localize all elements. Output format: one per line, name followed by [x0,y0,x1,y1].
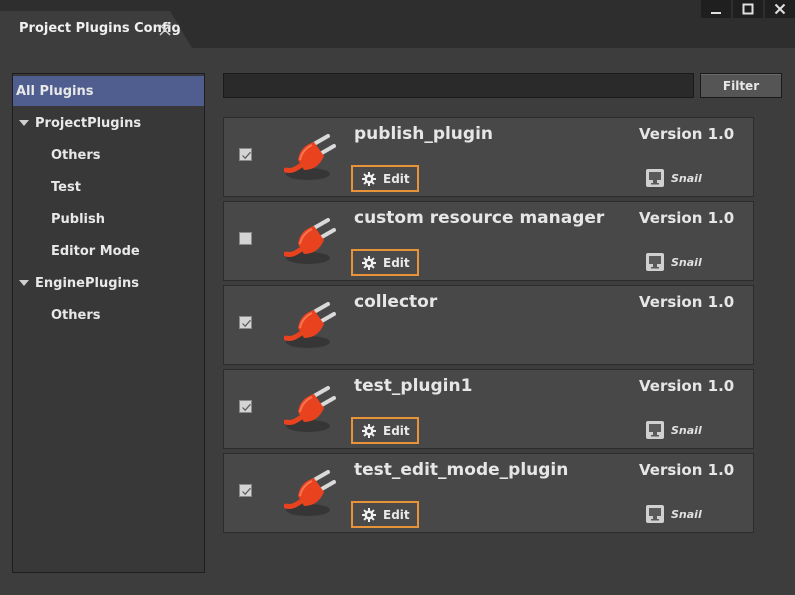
tree-item-test[interactable]: Test [13,172,204,202]
checkmark-icon [242,403,251,412]
minimize-icon [711,12,721,14]
checkmark-icon [242,319,251,328]
close-window-button[interactable] [765,0,795,18]
expand-arrow-icon[interactable] [19,278,29,288]
edit-plugin-button[interactable]: Edit [351,165,419,192]
tree-item-label: Publish [51,211,105,227]
plugin-enable-checkbox[interactable] [239,232,252,245]
plugin-name: collector [354,292,438,312]
gear-icon [362,171,376,186]
author-name: Snail [671,507,702,521]
edit-label: Edit [383,255,410,270]
plugin-row-collector: collector Version 1.0 [223,285,754,365]
plugin-name: custom resource manager [354,208,605,228]
maximize-icon [742,3,754,15]
tree-item-label: Test [51,179,81,195]
window-controls [699,0,795,18]
monitor-icon [646,421,664,439]
tree-item-publish[interactable]: Publish [13,204,204,234]
tree-item-label: All Plugins [16,83,94,99]
edit-label: Edit [383,423,410,438]
plugin-row-custom-resource-manager: custom resource manager Version 1.0 Edit [223,201,754,281]
plugin-version: Version 1.0 [639,293,735,311]
gear-icon [362,255,376,270]
tree-item-label: EnginePlugins [35,275,139,291]
plugin-row-test-plugin1: test_plugin1 Version 1.0 Edit Snail [223,369,754,449]
plugin-name: test_plugin1 [354,376,473,396]
edit-plugin-button[interactable]: Edit [351,249,419,276]
plugin-author: Snail [646,421,702,439]
author-name: Snail [671,255,702,269]
tree-item-editor-mode[interactable]: Editor Mode [13,236,204,266]
tree-item-label: Editor Mode [51,243,140,259]
plugin-enable-checkbox[interactable] [239,484,252,497]
tree-item-all-plugins[interactable]: All Plugins [13,76,204,106]
plug-icon [284,214,344,270]
plugin-version: Version 1.0 [639,125,735,143]
edit-plugin-button[interactable]: Edit [351,417,419,444]
tree-item-label: ProjectPlugins [35,115,142,131]
tree-item-engine-others[interactable]: Others [13,300,204,330]
plugin-author: Snail [646,505,702,523]
filter-button[interactable]: Filter [700,73,782,98]
checkmark-icon [242,151,251,160]
plugin-enable-checkbox[interactable] [239,148,252,161]
close-window-icon [774,3,786,15]
plugin-version: Version 1.0 [639,377,735,395]
tree-item-project-others[interactable]: Others [13,140,204,170]
filter-input[interactable] [223,73,694,98]
plug-icon [284,130,344,186]
plugin-name: test_edit_mode_plugin [354,460,569,480]
plugin-version: Version 1.0 [639,209,735,227]
plugin-category-tree: All Plugins ProjectPlugins Others Test P… [12,73,205,573]
expand-arrow-icon[interactable] [19,118,29,128]
plugin-enable-checkbox[interactable] [239,316,252,329]
author-name: Snail [671,171,702,185]
tab-project-plugins-config[interactable]: Project Plugins Config [0,11,192,48]
monitor-icon [646,253,664,271]
checkmark-icon [242,487,251,496]
tree-item-label: Others [51,307,101,323]
close-icon[interactable] [158,23,172,37]
plug-icon [284,298,344,354]
edit-plugin-button[interactable]: Edit [351,501,419,528]
tree-item-project-plugins[interactable]: ProjectPlugins [13,108,204,138]
gear-icon [362,423,376,438]
tree-item-label: Others [51,147,101,163]
plugin-row-publish-plugin: publish_plugin Version 1.0 Edit Snail [223,117,754,197]
plugin-author: Snail [646,253,702,271]
plug-icon [284,466,344,522]
plug-icon [284,382,344,438]
title-bar: Project Plugins Config [0,0,795,48]
monitor-icon [646,505,664,523]
plugin-version: Version 1.0 [639,461,735,479]
minimize-button[interactable] [701,0,731,18]
maximize-button[interactable] [733,0,763,18]
tab-title: Project Plugins Config [19,21,181,36]
monitor-icon [646,169,664,187]
plugin-author: Snail [646,169,702,187]
plugin-row-test-edit-mode-plugin: test_edit_mode_plugin Version 1.0 Edit S… [223,453,754,533]
plugin-name: publish_plugin [354,124,494,144]
plugin-enable-checkbox[interactable] [239,400,252,413]
author-name: Snail [671,423,702,437]
edit-label: Edit [383,171,410,186]
tree-item-engine-plugins[interactable]: EnginePlugins [13,268,204,298]
edit-label: Edit [383,507,410,522]
gear-icon [362,507,376,522]
